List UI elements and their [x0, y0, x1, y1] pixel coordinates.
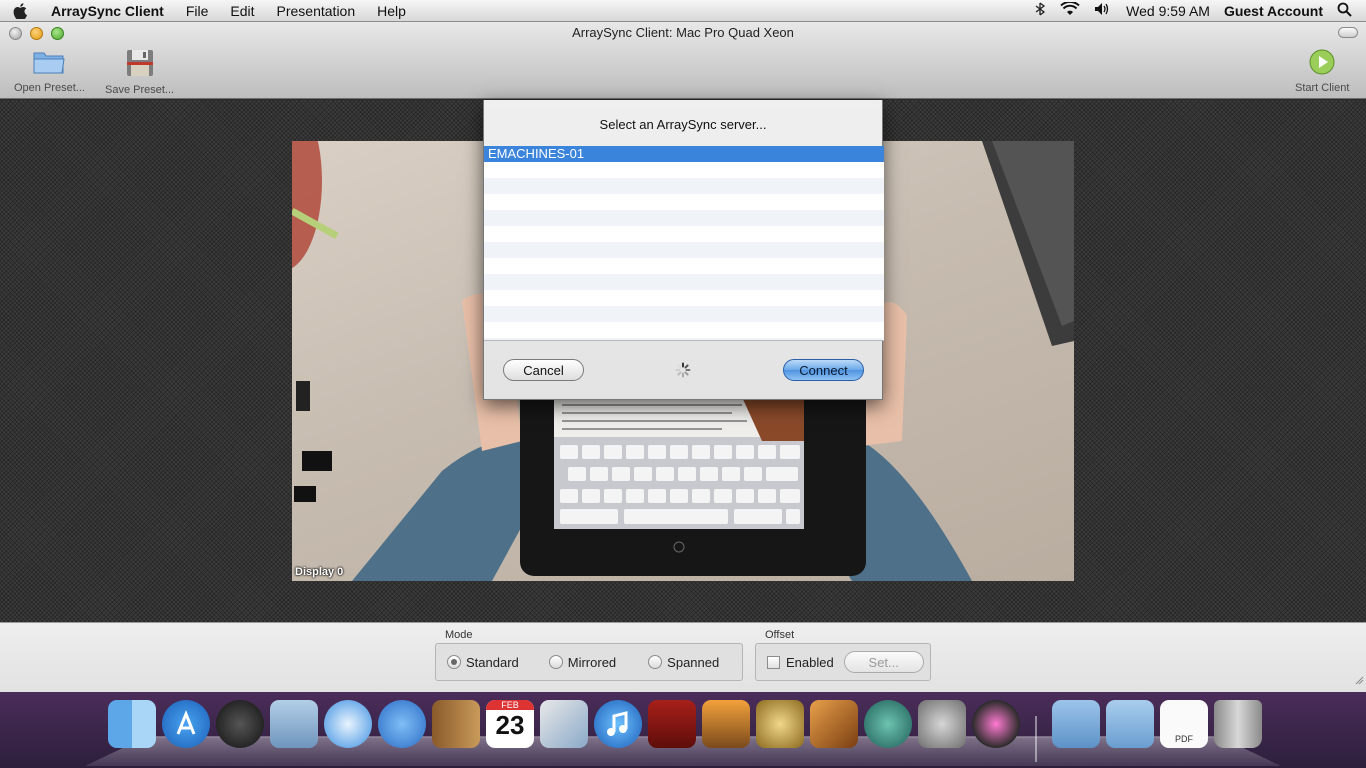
- dock-separator: [1035, 716, 1037, 762]
- spotlight-search-icon[interactable]: [1337, 2, 1352, 20]
- safari-icon[interactable]: [324, 700, 372, 748]
- menu-bar: ArraySync Client File Edit Presentation …: [0, 0, 1366, 22]
- loading-spinner-icon: [675, 362, 691, 383]
- applications-folder-icon[interactable]: [1052, 700, 1100, 748]
- dialog-title: Select an ArraySync server...: [599, 117, 767, 132]
- radio-unselected-icon: [548, 655, 563, 669]
- offset-enabled-label: Enabled: [786, 654, 834, 670]
- resize-grip-icon[interactable]: [1354, 672, 1364, 690]
- clock[interactable]: Wed 9:59 AM: [1126, 3, 1210, 19]
- calendar-month: FEB: [486, 700, 534, 710]
- display-label: Display 0: [295, 566, 344, 578]
- pdf-label: PDF: [1175, 734, 1193, 744]
- toolbar: ArraySync Client: Mac Pro Quad Xeon Open…: [0, 22, 1366, 99]
- menu-help[interactable]: Help: [366, 0, 417, 22]
- launchpad-icon[interactable]: [972, 700, 1020, 748]
- cancel-button[interactable]: Cancel: [503, 359, 584, 381]
- iphoto-icon[interactable]: [702, 700, 750, 748]
- radio-unselected-icon: [648, 655, 663, 669]
- server-list[interactable]: EMACHINES-01: [484, 146, 884, 341]
- app-name-menu[interactable]: ArraySync Client: [40, 0, 175, 22]
- dashboard-icon[interactable]: [216, 700, 264, 748]
- empty-row: [484, 306, 884, 322]
- dock: FEB 23 PDF: [0, 692, 1366, 768]
- start-client-button[interactable]: Start Client: [1295, 48, 1349, 94]
- server-select-sheet: Select an ArraySync server... EMACHINES-…: [483, 100, 884, 400]
- play-icon: [1308, 48, 1336, 79]
- menu-edit[interactable]: Edit: [219, 0, 265, 22]
- wifi-icon[interactable]: [1060, 0, 1080, 19]
- menu-file[interactable]: File: [175, 0, 220, 22]
- window-title: ArraySync Client: Mac Pro Quad Xeon: [572, 25, 794, 40]
- calendar-day: 23: [495, 710, 525, 740]
- save-preset-button[interactable]: Save Preset...: [105, 48, 174, 96]
- offset-group: Enabled Set...: [755, 643, 931, 681]
- mode-standard-label: Standard: [466, 654, 519, 670]
- empty-row: [484, 162, 884, 178]
- empty-row: [484, 338, 884, 340]
- offset-group-title: Offset: [765, 629, 795, 641]
- time-machine-icon[interactable]: [864, 700, 912, 748]
- mode-spanned-radio[interactable]: Spanned: [648, 655, 719, 670]
- server-list-item[interactable]: EMACHINES-01: [484, 146, 884, 162]
- start-client-label: Start Client: [1295, 82, 1350, 94]
- empty-row: [484, 322, 884, 338]
- connect-button[interactable]: Connect: [783, 359, 864, 381]
- volume-icon[interactable]: [1094, 2, 1112, 19]
- mode-mirrored-radio[interactable]: Mirrored: [548, 654, 617, 670]
- mode-standard-radio[interactable]: Standard: [447, 655, 519, 670]
- itunes-icon[interactable]: [594, 700, 642, 748]
- app-store-icon[interactable]: [162, 700, 210, 748]
- system-preferences-icon[interactable]: [918, 700, 966, 748]
- garageband-icon[interactable]: [810, 700, 858, 748]
- empty-row: [484, 178, 884, 194]
- bluetooth-icon[interactable]: [1034, 2, 1046, 19]
- empty-row: [484, 226, 884, 242]
- empty-row: [484, 258, 884, 274]
- address-book-icon[interactable]: [432, 700, 480, 748]
- apple-menu-icon[interactable]: [0, 2, 40, 19]
- empty-row: [484, 242, 884, 258]
- open-preset-button[interactable]: Open Preset...: [14, 48, 85, 94]
- facetime-icon[interactable]: [378, 700, 426, 748]
- folder-icon: [32, 48, 66, 79]
- settings-panel: Mode Standard Mirrored Spanned Offset En…: [0, 622, 1366, 692]
- mode-mirrored-label: Mirrored: [567, 654, 617, 670]
- empty-row: [484, 290, 884, 306]
- menu-presentation[interactable]: Presentation: [266, 0, 367, 22]
- mode-group-title: Mode: [445, 629, 473, 641]
- save-preset-label: Save Preset...: [105, 84, 175, 96]
- mail-icon[interactable]: [270, 700, 318, 748]
- offset-enabled-checkbox[interactable]: Enabled: [767, 655, 834, 670]
- mode-group: Standard Mirrored Spanned: [435, 643, 743, 681]
- pdf-document-icon[interactable]: PDF: [1160, 700, 1208, 748]
- offset-set-button[interactable]: Set...: [843, 651, 924, 673]
- empty-row: [484, 210, 884, 226]
- checkbox-icon: [767, 655, 780, 669]
- mode-spanned-label: Spanned: [667, 654, 720, 670]
- finder-icon[interactable]: [108, 700, 156, 748]
- trash-icon[interactable]: [1214, 700, 1262, 748]
- imovie-icon[interactable]: [756, 700, 804, 748]
- open-preset-label: Open Preset...: [14, 82, 85, 94]
- user-account-menu[interactable]: Guest Account: [1224, 3, 1323, 19]
- ical-icon[interactable]: FEB 23: [486, 700, 534, 748]
- preview-icon[interactable]: [540, 700, 588, 748]
- empty-row: [484, 274, 884, 290]
- documents-folder-icon[interactable]: [1106, 700, 1154, 748]
- floppy-disk-icon: [125, 48, 155, 81]
- radio-selected-icon: [447, 655, 461, 669]
- empty-row: [484, 194, 884, 210]
- photo-booth-icon[interactable]: [648, 700, 696, 748]
- toolbar-toggle-button[interactable]: [1338, 27, 1358, 38]
